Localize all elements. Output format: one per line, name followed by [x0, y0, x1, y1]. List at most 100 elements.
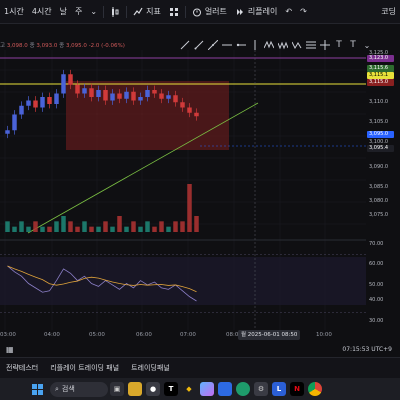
- horizontal-line-icon: [222, 44, 232, 46]
- low-value: 3,093.0: [36, 43, 58, 49]
- layout-name-button[interactable]: 코딩: [377, 0, 400, 23]
- indicators-icon: [133, 7, 143, 15]
- diagonal-line-icon: [180, 40, 190, 50]
- zigzag-icon: [264, 40, 274, 49]
- volume-bar: [96, 226, 101, 232]
- interval-1h[interactable]: 1시간: [0, 0, 28, 23]
- price-tick-label: 3,085.0: [369, 184, 389, 190]
- calendar-icon[interactable]: ▦: [6, 345, 14, 354]
- taskbar-search[interactable]: ⌕ 검색: [50, 381, 108, 397]
- tradingview-icon[interactable]: T: [164, 382, 178, 396]
- candle-body: [82, 88, 87, 94]
- price-tick-label: 3,110.0: [369, 99, 389, 105]
- candle-body: [187, 107, 192, 113]
- candle-body: [33, 100, 38, 108]
- layout-name-label: 코딩: [381, 7, 396, 16]
- volume-bar: [47, 226, 52, 232]
- volume-bar: [89, 226, 94, 232]
- candle-body: [145, 90, 150, 97]
- chart-canvas[interactable]: [0, 50, 366, 330]
- wave-pattern-icon: [278, 41, 288, 50]
- windows-start-icon[interactable]: [30, 382, 44, 396]
- interval-week[interactable]: 주: [71, 0, 86, 23]
- projection-icon: [292, 41, 302, 50]
- netflix-icon[interactable]: N: [290, 382, 304, 396]
- tab-replay-panel[interactable]: 리플레이 트레이딩 패널: [44, 363, 125, 373]
- alert-button[interactable]: 얼러트: [188, 0, 231, 23]
- time-tick-label: 10:00: [316, 332, 332, 338]
- interval-4h-label: 4시간: [31, 7, 52, 16]
- candle-body: [12, 114, 17, 131]
- indicators-button[interactable]: 지표: [129, 0, 165, 23]
- file-explorer-icon[interactable]: [128, 382, 142, 396]
- candle-body: [54, 93, 59, 104]
- ray-icon: [194, 40, 204, 50]
- settings-icon[interactable]: ⚙: [254, 382, 268, 396]
- price-tick-label: 3,105.0: [369, 119, 389, 125]
- volume-bar: [54, 221, 59, 232]
- tab-strategy-tester[interactable]: 전략테스터: [0, 363, 44, 373]
- rsi-tick-label: 40.00: [369, 297, 384, 303]
- volume-bar: [33, 221, 38, 232]
- undo-button[interactable]: ↶: [281, 0, 296, 23]
- volume-bar: [166, 226, 171, 232]
- candle-body: [40, 97, 45, 108]
- copilot-icon[interactable]: [200, 382, 214, 396]
- candle-body: [89, 88, 94, 97]
- interval-day-label: 날: [59, 7, 67, 16]
- chevron-down-icon: ⌄: [90, 7, 98, 16]
- chrome-icon[interactable]: [308, 382, 322, 396]
- alarm-clock-icon: [192, 8, 201, 16]
- price-tick-label: 3,090.0: [369, 164, 389, 170]
- task-view-icon[interactable]: ▣: [110, 382, 124, 396]
- layout-button[interactable]: [165, 0, 183, 23]
- toolbar-divider: [103, 5, 105, 18]
- time-tick-label: 03:00: [0, 332, 16, 338]
- price-scale[interactable]: 3,125.0 3,110.0 3,105.0 3,100.0 3,090.0 3,085…: [366, 50, 400, 330]
- rsi-pane-band: [0, 257, 366, 305]
- volume-bar: [5, 221, 10, 232]
- bottom-panel: 전략테스터 리플레이 트레이딩 패널 트레이딩패널: [0, 357, 400, 378]
- app-l-icon[interactable]: L: [272, 382, 286, 396]
- interval-4h[interactable]: 4시간: [28, 0, 56, 23]
- volume-bar: [40, 226, 45, 232]
- candle-body: [180, 102, 185, 108]
- volume-bar: [61, 216, 66, 232]
- candle-body: [166, 95, 171, 99]
- store-icon[interactable]: [218, 382, 232, 396]
- extended-line-icon: [208, 40, 218, 50]
- volume-bar: [194, 216, 199, 232]
- candle-body: [47, 97, 52, 104]
- open-value: 3,098.0: [6, 43, 28, 49]
- kakaotalk-icon[interactable]: ●: [146, 382, 160, 396]
- rsi-tick-label: 50.00: [369, 282, 384, 288]
- candles-icon: [112, 6, 119, 17]
- volume-bar: [82, 221, 87, 232]
- candle-body: [26, 100, 31, 106]
- volume-bar: [103, 221, 108, 232]
- tab-trading-panel[interactable]: 트레이딩패널: [125, 363, 176, 373]
- binance-icon[interactable]: ◆: [182, 382, 196, 396]
- replay-button[interactable]: 리플레이: [231, 0, 281, 23]
- interval-1h-label: 1시간: [4, 7, 24, 16]
- change-value: -2.0 (-0.06%): [88, 43, 125, 49]
- crosshair-time-tag: 월 2025-06-01 08:50: [238, 330, 301, 340]
- candle-body: [117, 93, 122, 99]
- volume-bar: [173, 221, 178, 232]
- volume-bar: [138, 226, 143, 232]
- search-placeholder: 검색: [61, 385, 75, 393]
- redo-button[interactable]: ↷: [296, 0, 311, 23]
- volume-bar: [131, 221, 136, 232]
- edge-icon[interactable]: [236, 382, 250, 396]
- time-axis[interactable]: 03:00 04:00 05:00 06:00 07:00 08:00 10:00 월 202…: [0, 330, 400, 342]
- utc-clock[interactable]: 07:15:53 UTC+9: [342, 346, 392, 353]
- volume-bar: [124, 226, 129, 232]
- chart-type-button[interactable]: [106, 0, 124, 23]
- candle-body: [110, 93, 115, 101]
- time-tick-label: 05:00: [89, 332, 105, 338]
- windows-taskbar: ⌕ 검색 ▣ ● T ◆ ⚙ L N: [0, 378, 400, 400]
- crosshair-icon: [320, 40, 330, 50]
- interval-dropdown[interactable]: ⌄: [86, 0, 101, 23]
- price-tag: 3,095.0: [367, 131, 394, 138]
- interval-day[interactable]: 날: [56, 0, 71, 23]
